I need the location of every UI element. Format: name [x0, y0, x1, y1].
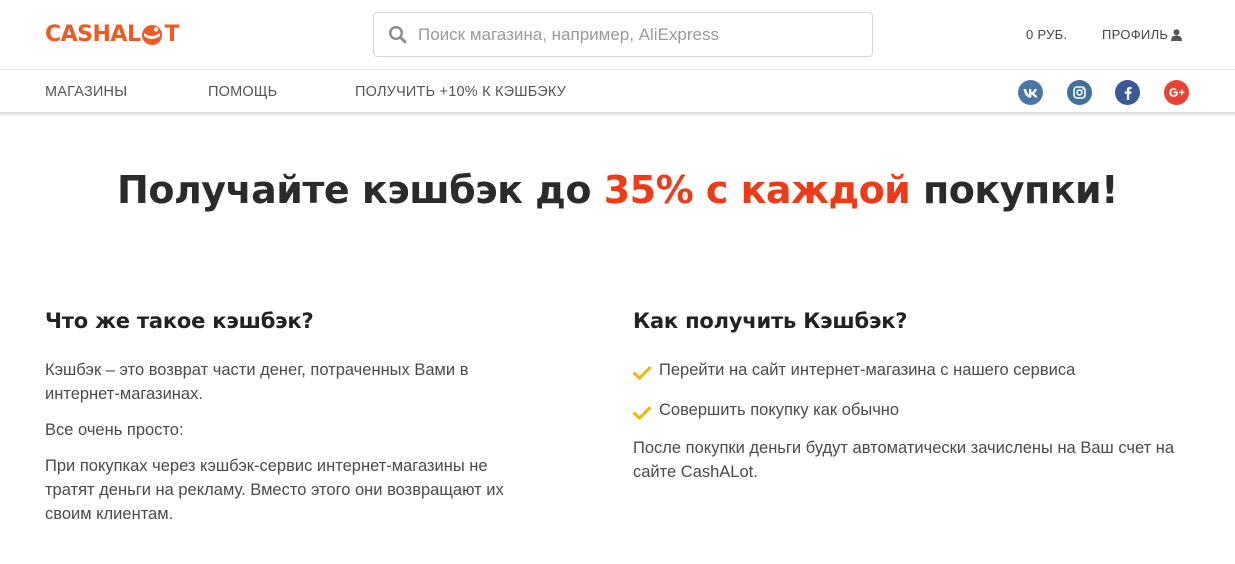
check-icon	[633, 403, 651, 420]
facebook-icon[interactable]	[1115, 80, 1140, 105]
how-to-get-cashback-section: Как получить Кэшбэк? Перейти на сайт инт…	[633, 309, 1213, 496]
step-text: Перейти на сайт интернет-магазина с наше…	[659, 361, 1076, 379]
main-nav: МАГАЗИНЫ ПОМОЩЬ ПОЛУЧИТЬ +10% К КЭШБЭКУ	[0, 71, 1235, 113]
nav-item-stores[interactable]: МАГАЗИНЫ	[45, 84, 127, 100]
search-input[interactable]	[418, 13, 858, 56]
logo-text-part2: T	[164, 22, 180, 47]
logo-o-icon	[141, 24, 163, 46]
profile-link[interactable]: ПРОФИЛЬ	[1102, 27, 1183, 42]
hero-text-before: Получайте кэшбэк до	[117, 168, 604, 212]
nav-item-help[interactable]: ПОМОЩЬ	[208, 84, 277, 100]
nav-item-bonus[interactable]: ПОЛУЧИТЬ +10% К КЭШБЭКУ	[355, 84, 566, 100]
paragraph: После покупки деньги будут автоматически…	[633, 439, 1175, 481]
paragraph: При покупках через кэшбэк-сервис интерне…	[45, 457, 504, 523]
instagram-icon[interactable]	[1067, 80, 1092, 105]
step-text: Совершить покупку как обычно	[659, 401, 900, 419]
list-item: Совершить покупку как обычно	[633, 398, 1213, 422]
vk-icon[interactable]	[1018, 80, 1043, 105]
check-icon	[633, 363, 651, 380]
logo-text-part1: CASHAL	[45, 22, 141, 47]
cashalot-logo[interactable]: CASHAL T	[45, 21, 180, 49]
user-icon	[1171, 28, 1183, 41]
site-header: CASHAL T 0 РУБ. ПРОФИЛЬ	[0, 0, 1235, 70]
search-icon	[388, 25, 408, 45]
paragraph: Кэшбэк – это возврат части денег, потрач…	[45, 361, 469, 403]
nav-divider	[0, 112, 1235, 118]
section-title: Как получить Кэшбэк?	[633, 309, 908, 333]
balance-link[interactable]: 0 РУБ.	[1026, 27, 1067, 42]
hero-text-after: покупки!	[910, 168, 1118, 212]
list-item: Перейти на сайт интернет-магазина с наше…	[633, 358, 1213, 382]
google-plus-icon[interactable]	[1164, 80, 1189, 105]
what-is-cashback-section: Что же такое кэшбэк? Кэшбэк – это возвра…	[45, 309, 525, 538]
hero-accent: 35% с каждой	[603, 168, 911, 212]
hero-title: Получайте кэшбэк до 35% с каждой покупки…	[0, 168, 1235, 212]
store-search[interactable]	[373, 12, 873, 57]
profile-label: ПРОФИЛЬ	[1102, 27, 1169, 42]
paragraph: Все очень просто:	[45, 421, 184, 439]
section-title: Что же такое кэшбэк?	[45, 309, 314, 333]
